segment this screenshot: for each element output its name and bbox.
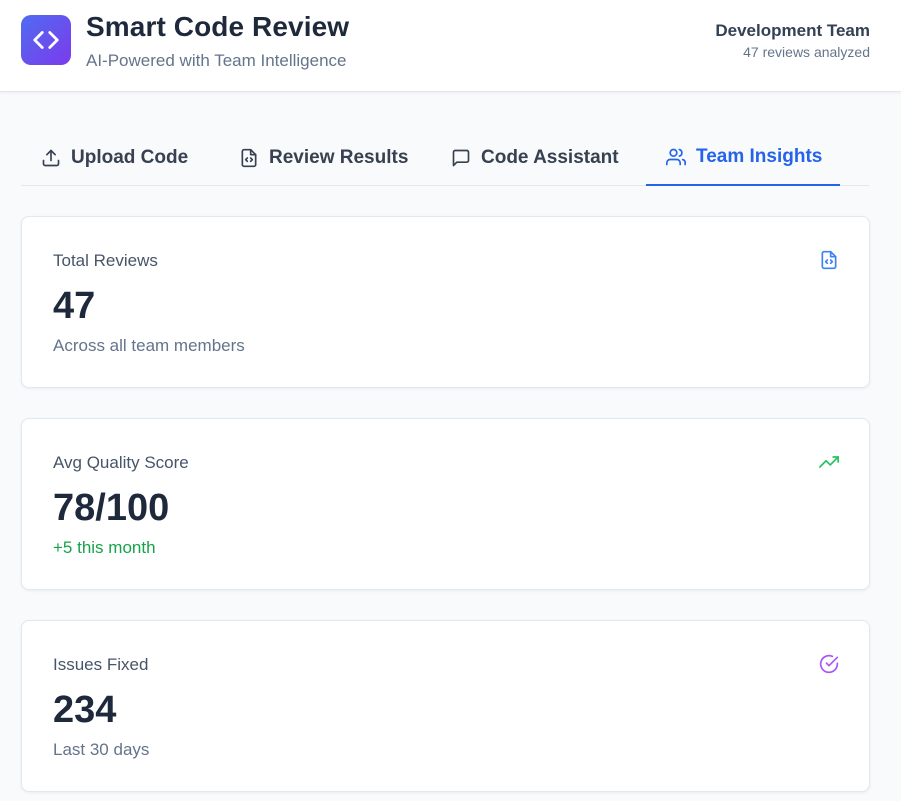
- tab-team-insights[interactable]: Team Insights: [646, 130, 840, 186]
- stat-card-avg-quality-score: Avg Quality Score 78/100 +5 this month: [21, 418, 870, 590]
- upload-icon: [41, 148, 61, 168]
- tab-code-assistant-label: Code Assistant: [481, 147, 619, 168]
- code-brackets-icon: [33, 31, 59, 49]
- tab-upload-code[interactable]: Upload Code: [21, 130, 208, 186]
- team-reviews-count: 47 reviews analyzed: [743, 44, 870, 60]
- tab-team-insights-label: Team Insights: [696, 146, 823, 167]
- stat-label: Issues Fixed: [53, 655, 149, 674]
- file-code-icon: [819, 250, 839, 270]
- stat-card-issues-fixed: Issues Fixed 234 Last 30 days: [21, 620, 870, 792]
- check-circle-icon: [819, 654, 839, 674]
- stat-value: 47: [53, 285, 96, 327]
- tab-code-assistant[interactable]: Code Assistant: [431, 130, 639, 186]
- app-logo: [21, 15, 71, 65]
- tab-upload-code-label: Upload Code: [71, 147, 189, 168]
- tab-review-results[interactable]: Review Results: [219, 130, 428, 186]
- team-name: Development Team: [715, 21, 870, 40]
- stat-value: 234: [53, 689, 117, 731]
- stat-card-total-reviews: Total Reviews 47 Across all team members: [21, 216, 870, 388]
- app-subtitle: AI-Powered with Team Intelligence: [86, 51, 347, 70]
- stat-note: Last 30 days: [53, 740, 150, 759]
- file-code-icon: [239, 148, 259, 168]
- stat-note: Across all team members: [53, 336, 245, 355]
- app-title: Smart Code Review: [86, 11, 350, 42]
- app-header: Smart Code Review AI-Powered with Team I…: [0, 0, 901, 92]
- stat-label: Total Reviews: [53, 251, 158, 270]
- message-square-icon: [451, 148, 471, 168]
- users-icon: [666, 147, 686, 167]
- tab-bar: Upload Code Review Results Code Assistan…: [21, 130, 869, 186]
- stat-value: 78/100: [53, 487, 170, 529]
- tab-review-results-label: Review Results: [269, 147, 409, 168]
- stat-note: +5 this month: [53, 538, 156, 557]
- stat-label: Avg Quality Score: [53, 453, 189, 472]
- trending-up-icon: [819, 452, 839, 472]
